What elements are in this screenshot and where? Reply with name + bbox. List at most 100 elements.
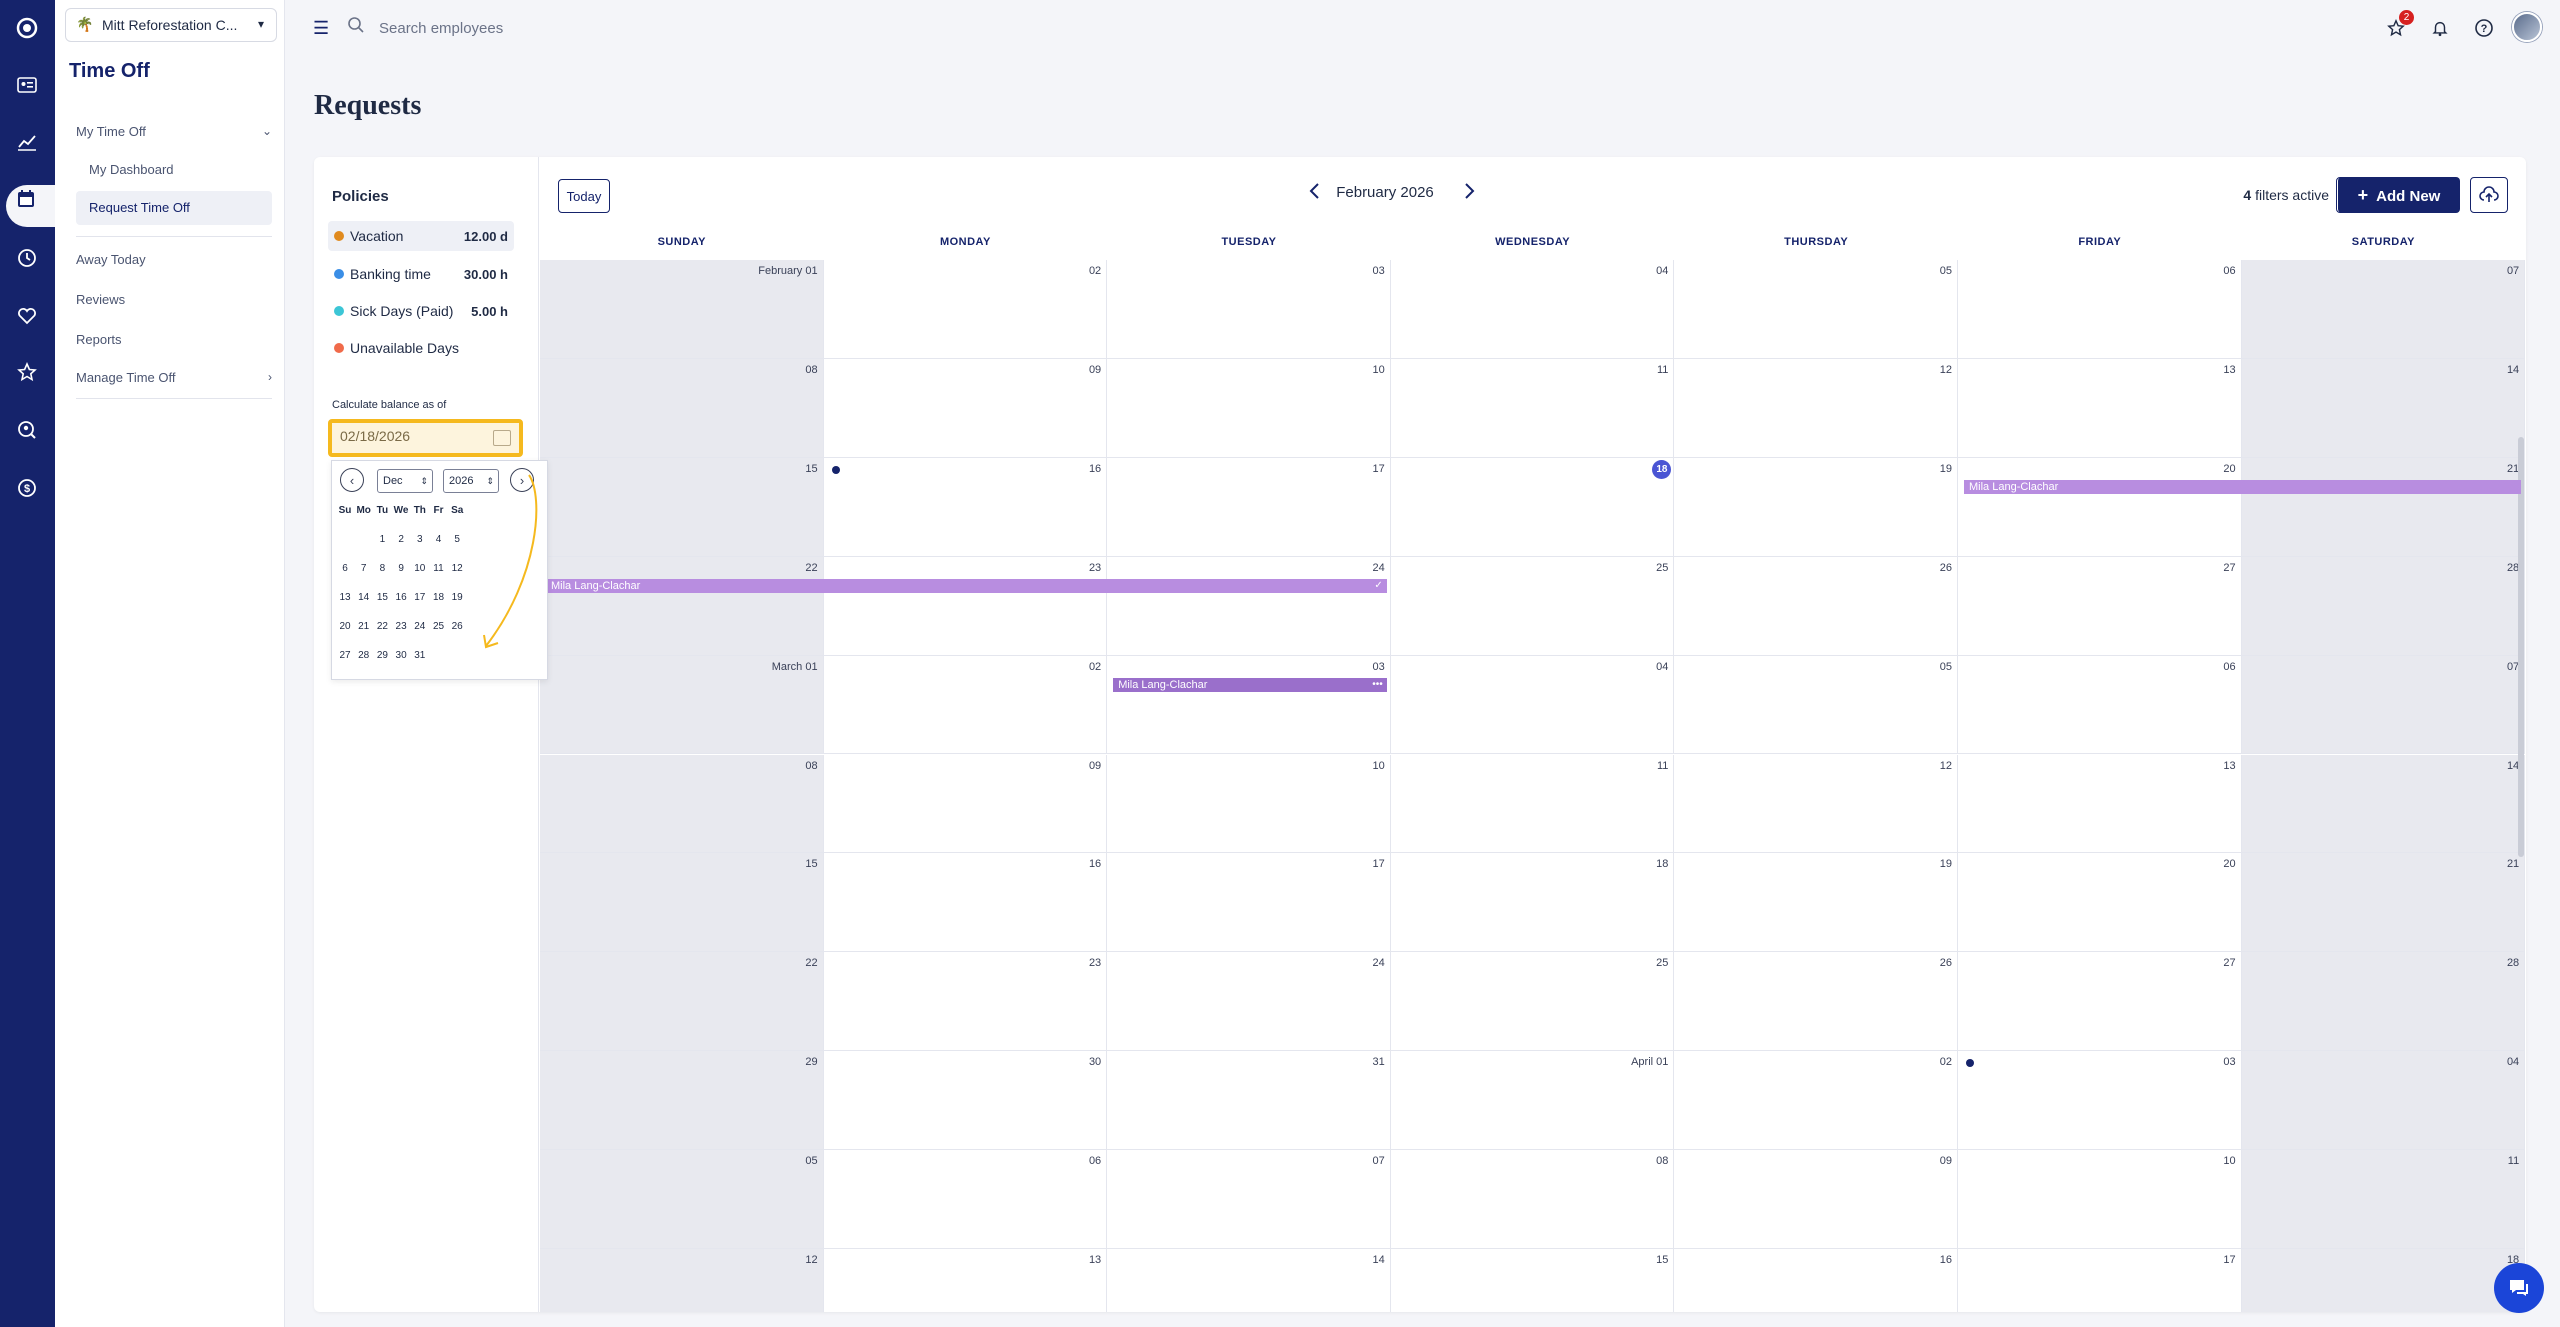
calendar-day-cell[interactable]: 08	[540, 754, 824, 854]
calendar-day-cell[interactable]: 31	[1107, 1051, 1391, 1151]
calendar-day-cell[interactable]: 20	[1958, 457, 2242, 557]
calendar-day-cell[interactable]: 04	[2241, 1051, 2526, 1151]
nav-reviews[interactable]: Reviews	[76, 292, 125, 307]
calendar-day-cell[interactable]: 28	[2241, 952, 2526, 1052]
menu-icon[interactable]: ☰	[313, 18, 329, 39]
dollar-icon[interactable]: $	[13, 474, 41, 502]
help-button[interactable]: ?	[2470, 14, 2498, 42]
people-search-icon[interactable]	[13, 416, 41, 444]
calendar-day-cell[interactable]: 16	[823, 457, 1108, 557]
calendar-day-cell[interactable]: 14	[2241, 754, 2526, 854]
calendar-day-cell[interactable]: 27	[1958, 952, 2242, 1052]
notifications-button[interactable]	[2426, 14, 2454, 42]
calendar-day-cell[interactable]: 18	[1390, 457, 1675, 557]
calendar-day-cell[interactable]: 06	[1958, 260, 2242, 359]
calendar-day-cell[interactable]: 17	[1958, 1249, 2242, 1312]
datepicker-day[interactable]: 19	[445, 592, 469, 603]
calendar-day-cell[interactable]: 08	[1390, 1150, 1675, 1249]
calendar-day-cell[interactable]: 02	[1674, 1051, 1958, 1151]
calendar-day-cell[interactable]: 20	[1958, 853, 2242, 953]
balance-date-input[interactable]	[338, 427, 478, 445]
today-button[interactable]: Today	[558, 179, 610, 213]
calendar-day-cell[interactable]: 11	[2241, 1150, 2526, 1249]
calendar-day-cell[interactable]: 15	[540, 457, 824, 557]
calendar-day-cell[interactable]: 18	[2241, 1249, 2526, 1312]
calendar-day-cell[interactable]: 04	[1390, 655, 1675, 755]
star-icon[interactable]	[13, 358, 41, 386]
calendar-day-cell[interactable]: 13	[824, 1249, 1108, 1312]
time-off-event[interactable]: Mila Lang-Clachar	[1964, 479, 2522, 494]
calendar-day-cell[interactable]: 06	[1958, 655, 2242, 755]
calendar-day-cell[interactable]: 12	[540, 1249, 824, 1312]
nav-my-time-off[interactable]: My Time Off ⌄	[76, 124, 272, 139]
calendar-day-cell[interactable]: 10	[1107, 754, 1391, 854]
nav-request-time-off[interactable]: Request Time Off	[76, 191, 272, 225]
calendar-day-cell[interactable]: 13	[1958, 358, 2242, 458]
policy-item[interactable]: Sick Days (Paid) 5.00 h	[328, 296, 514, 326]
datepicker-day[interactable]: 12	[445, 563, 469, 574]
calendar-day-cell[interactable]: 02	[823, 260, 1108, 359]
calendar-day-cell[interactable]: 07	[1107, 1150, 1391, 1249]
calendar-day-cell[interactable]: 16	[1674, 1249, 1958, 1312]
nav-my-dashboard[interactable]: My Dashboard	[89, 162, 174, 177]
time-off-event[interactable]: Mila Lang-Clachar ✓	[546, 578, 1387, 593]
chat-button[interactable]	[2494, 1263, 2544, 1313]
nav-reports[interactable]: Reports	[76, 332, 122, 347]
time-off-event[interactable]: Mila Lang-Clachar •••	[1113, 677, 1387, 692]
calendar-day-cell[interactable]: March 01	[540, 655, 824, 755]
calendar-day-cell[interactable]: February 01	[540, 260, 824, 359]
calendar-day-cell[interactable]: 15	[1391, 1249, 1675, 1312]
policy-item[interactable]: Vacation 12.00 d	[328, 221, 514, 251]
calendar-day-cell[interactable]: 03	[1107, 655, 1391, 755]
month-select[interactable]: Dec ⇕	[377, 469, 433, 493]
next-month-button[interactable]: ›	[510, 468, 534, 492]
calendar-day-cell[interactable]: 02	[823, 655, 1108, 755]
calendar-day-cell[interactable]: 26	[1674, 952, 1958, 1052]
search-input[interactable]	[377, 14, 777, 42]
calendar-scrollbar[interactable]	[2518, 437, 2524, 857]
calendar-day-cell[interactable]: 23	[823, 556, 1108, 656]
calendar-day-cell[interactable]: 21	[2241, 457, 2526, 557]
analytics-icon[interactable]	[13, 128, 41, 156]
nav-away-today[interactable]: Away Today	[76, 252, 146, 267]
calendar-day-cell[interactable]: 05	[1674, 655, 1958, 755]
calendar-day-cell[interactable]: 30	[823, 1051, 1108, 1151]
calendar-day-cell[interactable]: 11	[1390, 358, 1675, 458]
calendar-icon[interactable]	[12, 185, 40, 213]
id-card-icon[interactable]	[13, 71, 41, 99]
calendar-day-cell[interactable]: 29	[540, 1051, 824, 1151]
policy-item[interactable]: Banking time 30.00 h	[328, 259, 514, 289]
calendar-day-cell[interactable]: 19	[1674, 853, 1958, 953]
year-select[interactable]: 2026 ⇕	[443, 469, 499, 493]
calendar-day-cell[interactable]: 27	[1958, 556, 2242, 656]
user-avatar[interactable]	[2512, 12, 2542, 42]
calendar-day-cell[interactable]: 10	[1107, 358, 1391, 458]
datepicker-day[interactable]: 5	[445, 534, 469, 545]
company-switcher[interactable]: 🌴 Mitt Reforestation C... ▾	[65, 8, 277, 42]
app-logo-icon[interactable]	[13, 14, 41, 42]
add-new-button[interactable]: + Add New	[2338, 177, 2460, 213]
clock-icon[interactable]	[13, 244, 41, 272]
calendar-day-cell[interactable]: 16	[823, 853, 1108, 953]
calendar-day-cell[interactable]: 13	[1958, 754, 2242, 854]
calendar-day-cell[interactable]: 09	[1674, 1150, 1958, 1249]
calendar-day-cell[interactable]: 09	[823, 754, 1108, 854]
calendar-day-cell[interactable]: 07	[2241, 260, 2526, 359]
calendar-day-cell[interactable]: 26	[1674, 556, 1958, 656]
calendar-day-cell[interactable]: 07	[2241, 655, 2526, 755]
calendar-day-cell[interactable]: 03	[1958, 1051, 2242, 1151]
calendar-day-cell[interactable]: April 01	[1390, 1051, 1675, 1151]
next-month-arrow[interactable]	[1462, 182, 1476, 206]
heart-icon[interactable]	[13, 302, 41, 330]
calendar-day-cell[interactable]: 19	[1674, 457, 1958, 557]
calendar-day-cell[interactable]: 04	[1390, 260, 1675, 359]
calendar-day-cell[interactable]: 22	[540, 952, 824, 1052]
calendar-day-cell[interactable]: 28	[2241, 556, 2526, 656]
calendar-day-cell[interactable]: 14	[1107, 1249, 1391, 1312]
calendar-day-cell[interactable]: 18	[1390, 853, 1675, 953]
datepicker-day[interactable]: 26	[445, 621, 469, 632]
calendar-day-cell[interactable]: 23	[823, 952, 1108, 1052]
prev-month-button[interactable]: ‹	[340, 468, 364, 492]
calendar-day-cell[interactable]: 05	[1674, 260, 1958, 359]
calendar-icon[interactable]	[493, 430, 511, 446]
